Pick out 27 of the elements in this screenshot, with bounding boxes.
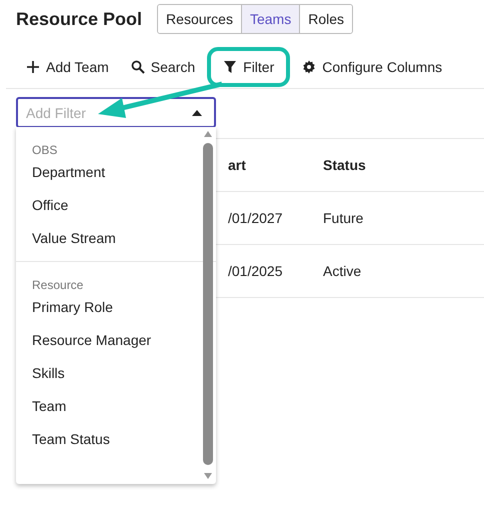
gear-button[interactable]: Configure Columns bbox=[292, 53, 452, 81]
group-header: OBS bbox=[31, 142, 58, 156]
menu-item[interactable]: Team bbox=[16, 390, 200, 423]
table-cell-text: /01/2025 bbox=[227, 263, 284, 279]
menu-item[interactable]: Skills bbox=[16, 357, 200, 390]
table-cell: Active bbox=[323, 263, 362, 279]
table-cell: Future bbox=[323, 210, 364, 226]
tab[interactable]: Roles bbox=[299, 5, 352, 33]
page-title: Resource Pool bbox=[16, 8, 142, 30]
filter-icon bbox=[223, 60, 238, 74]
column-header: Status bbox=[323, 157, 366, 173]
menu-item[interactable]: Office bbox=[16, 189, 200, 222]
table-cell-text: /01/2027 bbox=[227, 210, 284, 226]
menu-item[interactable]: Team Status bbox=[16, 423, 200, 456]
search-icon bbox=[130, 60, 145, 74]
menu-item[interactable]: Resource Manager bbox=[16, 324, 200, 357]
menu-item[interactable]: Primary Role bbox=[16, 291, 200, 324]
search-button[interactable]: Search bbox=[120, 53, 206, 81]
group-header: Resource bbox=[31, 277, 84, 291]
tab[interactable]: Teams bbox=[240, 5, 300, 33]
column-header: art bbox=[227, 157, 247, 173]
menu-item[interactable]: Department bbox=[16, 156, 200, 189]
menu-item[interactable]: Value Stream bbox=[16, 222, 200, 255]
filter-button[interactable]: Filter bbox=[213, 53, 284, 81]
add-button[interactable]: Add Team bbox=[16, 53, 119, 81]
settings-icon bbox=[302, 60, 316, 74]
plus-icon bbox=[26, 60, 40, 74]
